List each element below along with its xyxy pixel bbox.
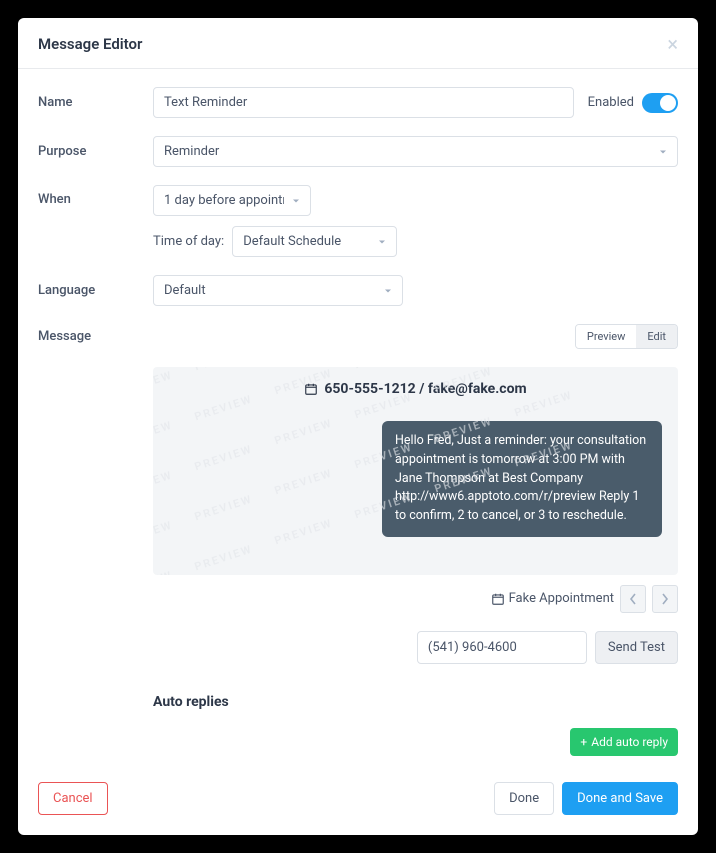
message-bubble: Hello Fred, Just a reminder: your consul… (382, 421, 662, 537)
purpose-label: Purpose (38, 144, 153, 159)
fake-appointment-text: Fake Appointment (509, 591, 614, 606)
preview-tab[interactable]: Preview (576, 325, 636, 348)
add-auto-reply-label: Add auto reply (591, 735, 668, 749)
calendar-icon (491, 592, 505, 606)
close-icon[interactable]: × (667, 34, 678, 54)
modal-title: Message Editor (38, 35, 142, 53)
name-input[interactable] (153, 87, 574, 118)
modal-header: Message Editor × (18, 18, 698, 69)
modal-body: Name Enabled Purpose Reminder When 1 (18, 69, 698, 764)
send-test-button[interactable]: Send Test (595, 631, 678, 664)
language-label: Language (38, 283, 153, 298)
preview-contact-line: 650-555-1212 / fake@fake.com (169, 381, 662, 397)
language-select[interactable]: Default (153, 275, 403, 306)
purpose-row: Purpose Reminder (38, 136, 678, 167)
add-auto-reply-button[interactable]: + Add auto reply (570, 728, 678, 756)
preview-contact-text: 650-555-1212 / fake@fake.com (324, 381, 526, 397)
fake-appointment-label: Fake Appointment (491, 591, 614, 606)
message-label: Message (38, 329, 153, 344)
enabled-label: Enabled (588, 95, 634, 110)
time-of-day-select[interactable]: Default Schedule (232, 226, 397, 257)
message-editor-modal: Message Editor × Name Enabled Purpose Re… (18, 18, 698, 835)
plus-icon: + (580, 735, 587, 749)
auto-replies-header: Auto replies (153, 694, 678, 710)
calendar-icon (304, 382, 318, 396)
preview-footer: Fake Appointment (153, 585, 678, 613)
done-button[interactable]: Done (494, 782, 554, 815)
next-appointment-button[interactable] (652, 585, 678, 613)
cancel-button[interactable]: Cancel (38, 782, 108, 815)
time-of-day-label: Time of day: (153, 234, 224, 249)
preview-area: PREVIEW PREVIEW PREVIEW PREVIEW PREVIEW … (153, 367, 678, 575)
preview-edit-toggle: Preview Edit (575, 324, 678, 349)
send-test-row: Send Test (153, 631, 678, 664)
test-phone-input[interactable] (417, 631, 587, 664)
enabled-toggle[interactable] (642, 93, 678, 113)
name-label: Name (38, 95, 153, 110)
language-row: Language Default (38, 275, 678, 306)
name-row: Name Enabled (38, 87, 678, 118)
modal-footer: Cancel Done Done and Save (18, 764, 698, 835)
purpose-select[interactable]: Reminder (153, 136, 678, 167)
done-and-save-button[interactable]: Done and Save (562, 782, 678, 815)
when-label: When (38, 185, 153, 207)
edit-tab[interactable]: Edit (636, 325, 677, 348)
chevron-left-icon (629, 593, 637, 605)
prev-appointment-button[interactable] (620, 585, 646, 613)
message-row: Message Preview Edit (38, 324, 678, 349)
chevron-right-icon (661, 593, 669, 605)
when-row: When 1 day before appointment Time of da… (38, 185, 678, 257)
when-select[interactable]: 1 day before appointment (153, 185, 311, 216)
